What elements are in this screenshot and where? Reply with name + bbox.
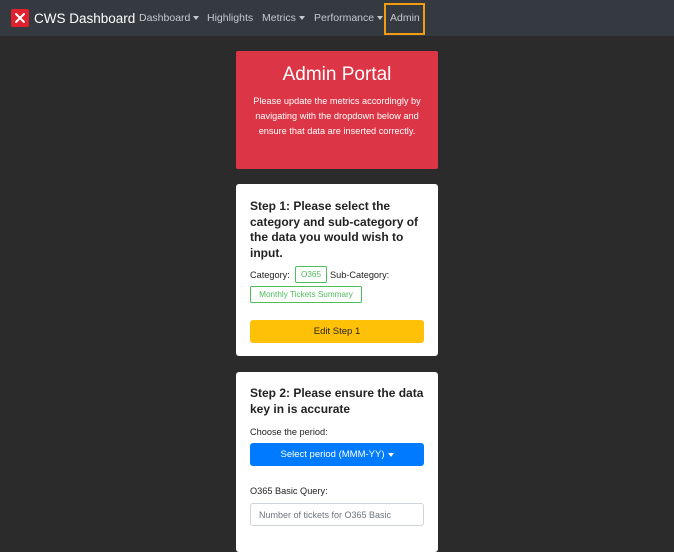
chevron-down-icon: [298, 16, 305, 20]
nav-item-highlights[interactable]: Highlights: [207, 11, 253, 25]
step1-title: Step 1: Please select the category and s…: [250, 199, 419, 260]
nav-item-performance[interactable]: Performance: [314, 11, 384, 25]
nav-item-dashboard[interactable]: Dashboard: [139, 11, 200, 25]
chevron-down-icon: [193, 16, 200, 20]
select-period-button[interactable]: Select period (MMM-YY): [250, 443, 424, 466]
step1-card: Step 1: Please select the category and s…: [236, 184, 438, 356]
subcategory-label: Sub-Category:: [330, 270, 390, 280]
chevron-down-icon: [377, 16, 384, 20]
top-navbar: CWS Dashboard Dashboard Highlights Metri…: [0, 0, 674, 36]
admin-highlight-box: [384, 3, 425, 35]
subcategory-tag: Monthly Tickets Summary: [250, 286, 362, 303]
brand-logo-icon: [11, 9, 29, 27]
o365-basic-query-input[interactable]: Number of tickets for O365 Basic: [250, 503, 424, 526]
brand-link[interactable]: CWS Dashboard: [11, 9, 135, 27]
nav-item-highlights-label: Highlights: [207, 12, 254, 24]
portal-description: Please update the metrics accordingly by…: [253, 96, 421, 136]
category-label: Category:: [250, 270, 290, 280]
edit-step1-button[interactable]: Edit Step 1: [250, 320, 424, 343]
period-label: Choose the period:: [250, 427, 328, 437]
step2-title: Step 2: Please ensure the data key in is…: [250, 386, 424, 416]
step2-card: Step 2: Please ensure the data key in is…: [236, 372, 438, 552]
admin-portal-banner: Admin Portal Please update the metrics a…: [236, 51, 438, 169]
page-title: Admin Portal: [282, 64, 392, 85]
category-tag: O365: [295, 266, 327, 283]
brand-title: CWS Dashboard: [34, 10, 136, 26]
nav-item-metrics-label: Metrics: [262, 12, 296, 24]
query-label: O365 Basic Query:: [250, 486, 328, 496]
nav-item-dashboard-label: Dashboard: [139, 12, 191, 24]
nav-item-performance-label: Performance: [314, 12, 375, 24]
select-period-button-label: Select period (MMM-YY): [280, 449, 385, 460]
nav-item-metrics[interactable]: Metrics: [262, 11, 305, 25]
chevron-down-icon: [387, 452, 394, 457]
